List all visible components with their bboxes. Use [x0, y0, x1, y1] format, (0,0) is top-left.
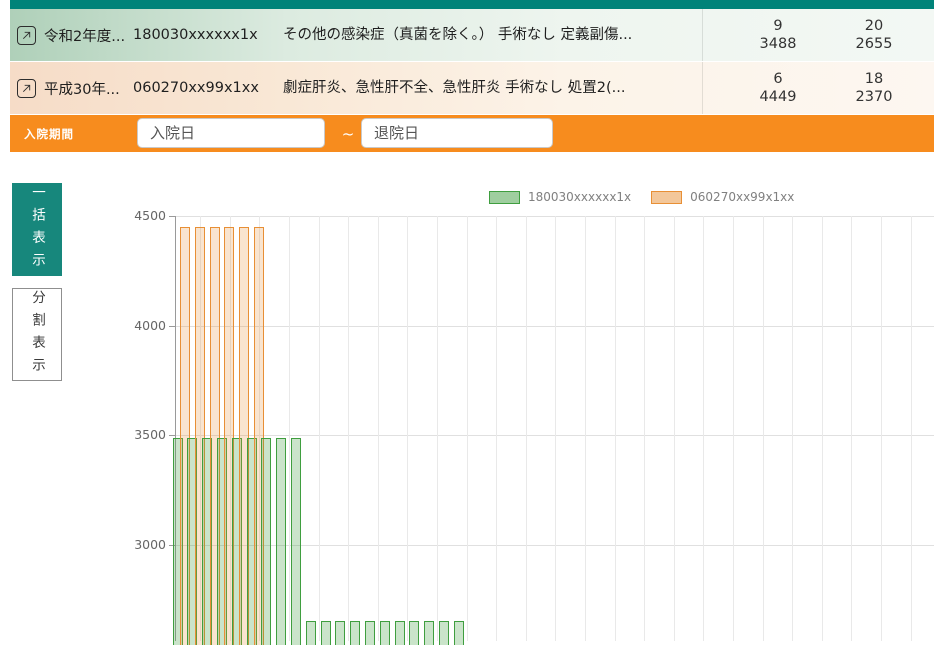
- bar-green-day-8[interactable]: [276, 438, 286, 645]
- batch-display-button[interactable]: 一括表示: [12, 183, 62, 276]
- v-gridline: [763, 216, 764, 641]
- legend-item-green: 180030xxxxxx1x: [489, 190, 631, 204]
- bar-green-day-15[interactable]: [380, 621, 390, 645]
- row-dpc-code: 060270xx99x1xx: [133, 62, 281, 114]
- table-row-dpc-1[interactable]: 令和2年度... 180030xxxxxx1x その他の感染症（真菌を除く。） …: [10, 9, 934, 61]
- v-gridline: [319, 216, 320, 641]
- v-gridline: [644, 216, 645, 641]
- column-divider: [702, 9, 703, 61]
- top-accent-bar: [10, 0, 934, 9]
- v-gridline: [851, 216, 852, 641]
- legend-swatch-orange: [651, 191, 682, 204]
- v-gridline: [526, 216, 527, 641]
- admission-period-filter-bar: 入院期間 ~: [10, 115, 934, 152]
- v-gridline: [378, 216, 379, 641]
- v-gridline: [348, 216, 349, 641]
- row-description: その他の感染症（真菌を除く。） 手術なし 定義副傷...: [283, 9, 695, 61]
- v-gridline: [822, 216, 823, 641]
- v-gridline: [792, 216, 793, 641]
- y-axis-tick: [169, 435, 175, 436]
- bar-green-day-20[interactable]: [454, 621, 464, 645]
- row-year: 令和2年度...: [44, 9, 134, 61]
- row-year: 平成30年...: [44, 62, 134, 114]
- y-axis-tick-label: 3500: [120, 427, 166, 442]
- v-gridline: [881, 216, 882, 641]
- bar-green-day-13[interactable]: [350, 621, 360, 645]
- v-gridline: [733, 216, 734, 641]
- bar-green-day-19[interactable]: [439, 621, 449, 645]
- bar-green-day-7[interactable]: [261, 438, 271, 645]
- h-gridline: [176, 545, 934, 546]
- legend-label: 060270xx99x1xx: [690, 190, 794, 204]
- bar-green-day-11[interactable]: [321, 621, 331, 645]
- h-gridline: [176, 435, 934, 436]
- column-divider: [702, 62, 703, 114]
- legend-item-orange: 060270xx99x1xx: [651, 190, 794, 204]
- v-gridline: [437, 216, 438, 641]
- row-dpc-code: 180030xxxxxx1x: [133, 9, 281, 61]
- bar-green-day-16[interactable]: [395, 621, 405, 645]
- period2-days: 18: [824, 70, 924, 88]
- legend-swatch-green: [489, 191, 520, 204]
- y-axis-tick: [169, 326, 175, 327]
- v-gridline: [703, 216, 704, 641]
- v-gridline: [407, 216, 408, 641]
- period2-days: 20: [824, 17, 924, 35]
- bar-green-day-9[interactable]: [291, 438, 301, 645]
- bar-green-day-12[interactable]: [335, 621, 345, 645]
- chart-legend: 180030xxxxxx1x 060270xx99x1xx: [489, 190, 794, 204]
- period2-cell: 18 2370: [824, 70, 924, 106]
- bar-green-day-17[interactable]: [409, 621, 419, 645]
- y-axis-tick-label: 4000: [120, 318, 166, 333]
- admission-date-input[interactable]: [137, 118, 325, 148]
- period2-points: 2370: [824, 88, 924, 106]
- v-gridline: [555, 216, 556, 641]
- bar-green-day-14[interactable]: [365, 621, 375, 645]
- v-gridline: [289, 216, 290, 641]
- v-gridline: [496, 216, 497, 641]
- bar-green-day-18[interactable]: [424, 621, 434, 645]
- open-external-icon[interactable]: [17, 79, 36, 98]
- split-display-button[interactable]: 分割表示: [12, 288, 62, 381]
- bar-green-day-10[interactable]: [306, 621, 316, 645]
- period2-points: 2655: [824, 35, 924, 53]
- h-gridline: [176, 326, 934, 327]
- row-description: 劇症肝炎、急性肝不全、急性肝炎 手術なし 処置2(...: [283, 62, 695, 114]
- h-gridline: [176, 216, 934, 217]
- open-external-icon[interactable]: [17, 26, 36, 45]
- date-range-separator: ~: [336, 115, 360, 152]
- period2-cell: 20 2655: [824, 17, 924, 53]
- discharge-date-input[interactable]: [361, 118, 553, 148]
- y-axis-tick: [169, 216, 175, 217]
- v-gridline: [467, 216, 468, 641]
- v-gridline: [674, 216, 675, 641]
- y-axis-tick-label: 3000: [120, 537, 166, 552]
- v-gridline: [911, 216, 912, 641]
- v-gridline: [615, 216, 616, 641]
- admission-period-label: 入院期間: [24, 115, 74, 152]
- v-gridline: [585, 216, 586, 641]
- table-row-dpc-2[interactable]: 平成30年... 060270xx99x1xx 劇症肝炎、急性肝不全、急性肝炎 …: [10, 62, 934, 114]
- legend-label: 180030xxxxxx1x: [528, 190, 631, 204]
- y-axis-tick-label: 4500: [120, 208, 166, 223]
